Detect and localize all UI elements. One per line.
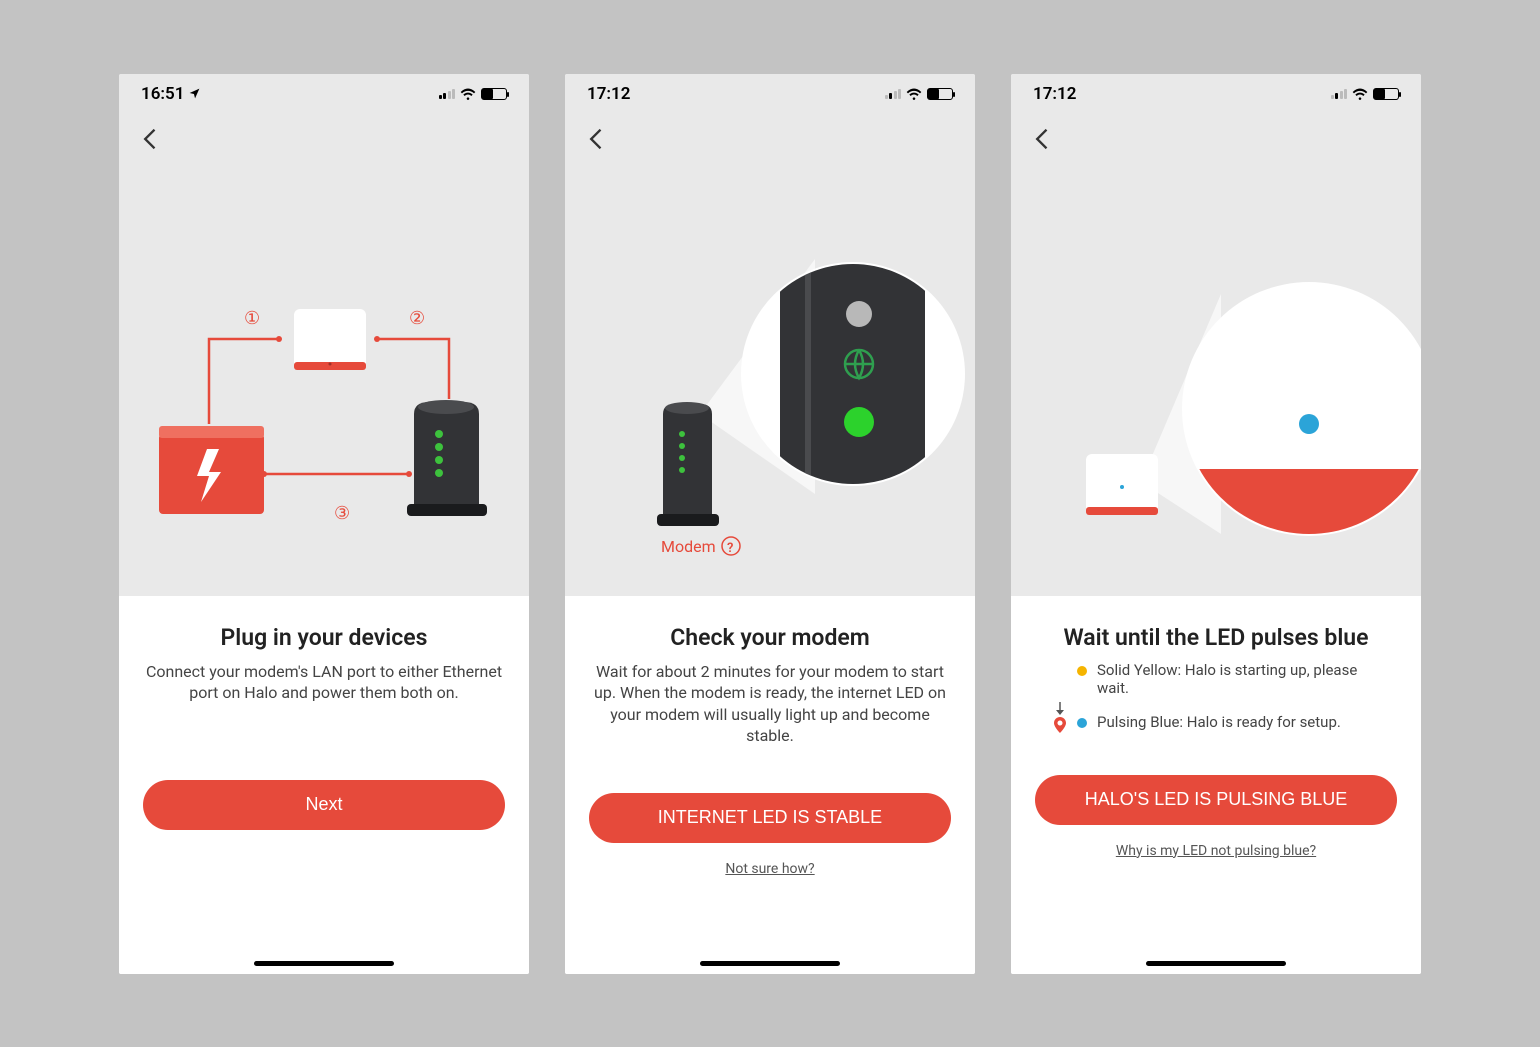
status-time: 17:12 — [1033, 84, 1076, 104]
legend-text: Solid Yellow: Halo is starting up, pleas… — [1097, 661, 1379, 697]
legend-row-yellow: Solid Yellow: Halo is starting up, pleas… — [1053, 661, 1379, 697]
yellow-dot-icon — [1077, 666, 1087, 676]
status-time: 17:12 — [587, 84, 630, 104]
status-bar: 17:12 — [1011, 74, 1421, 114]
led-legend: Solid Yellow: Halo is starting up, pleas… — [1035, 661, 1397, 735]
content-panel: Check your modem Wait for about 2 minute… — [565, 596, 975, 974]
status-time: 16:51 — [141, 84, 184, 104]
modem-label: Modem — [661, 537, 716, 556]
setup-diagram-illustration: ① ② ③ — [119, 164, 529, 596]
arrow-down-icon — [1053, 701, 1067, 715]
next-button[interactable]: Next — [143, 780, 505, 830]
screen-title: Wait until the LED pulses blue — [1063, 624, 1368, 651]
svg-text:?: ? — [727, 541, 733, 556]
blue-dot-icon — [1077, 718, 1087, 728]
nav-bar — [565, 114, 975, 164]
status-bar: 17:12 — [565, 74, 975, 114]
led-not-pulsing-link[interactable]: Why is my LED not pulsing blue? — [1116, 843, 1316, 859]
location-icon — [188, 87, 201, 100]
led-pulsing-blue-button[interactable]: HALO'S LED IS PULSING BLUE — [1035, 775, 1397, 825]
internet-led-stable-button[interactable]: INTERNET LED IS STABLE — [589, 793, 951, 843]
wifi-icon — [460, 88, 476, 100]
home-indicator[interactable] — [700, 961, 840, 966]
back-button[interactable] — [137, 125, 165, 153]
screen-wait-led: 17:12 Wait until the LED pulses — [1011, 74, 1421, 974]
step-2-label: ② — [409, 308, 425, 329]
legend-text: Pulsing Blue: Halo is ready for setup. — [1097, 713, 1379, 731]
pin-icon — [1053, 717, 1067, 733]
screen-check-modem: 17:12 Modem ? — [565, 74, 975, 974]
screen-title: Check your modem — [670, 624, 870, 651]
content-panel: Plug in your devices Connect your modem'… — [119, 596, 529, 974]
step-3-label: ③ — [334, 503, 350, 524]
screen-description: Wait for about 2 minutes for your modem … — [589, 661, 951, 747]
battery-icon — [1373, 88, 1399, 100]
screen-description: Connect your modem's LAN port to either … — [143, 661, 505, 704]
wifi-icon — [906, 88, 922, 100]
screen-plug-in: 16:51 ① ② ③ — [119, 74, 529, 974]
content-panel: Wait until the LED pulses blue Solid Yel… — [1011, 596, 1421, 974]
cellular-icon — [439, 88, 456, 99]
nav-bar — [119, 114, 529, 164]
not-sure-how-link[interactable]: Not sure how? — [725, 861, 814, 877]
cellular-icon — [885, 88, 902, 99]
home-indicator[interactable] — [1146, 961, 1286, 966]
status-bar: 16:51 — [119, 74, 529, 114]
back-button[interactable] — [583, 125, 611, 153]
back-button[interactable] — [1029, 125, 1057, 153]
legend-row-blue: Pulsing Blue: Halo is ready for setup. — [1053, 713, 1379, 733]
modem-zoom-illustration: Modem ? — [565, 164, 975, 596]
nav-bar — [1011, 114, 1421, 164]
wifi-icon — [1352, 88, 1368, 100]
halo-led-illustration — [1011, 164, 1421, 596]
step-1-label: ① — [244, 308, 260, 329]
battery-icon — [927, 88, 953, 100]
battery-icon — [481, 88, 507, 100]
screen-title: Plug in your devices — [221, 624, 428, 651]
home-indicator[interactable] — [254, 961, 394, 966]
cellular-icon — [1331, 88, 1348, 99]
